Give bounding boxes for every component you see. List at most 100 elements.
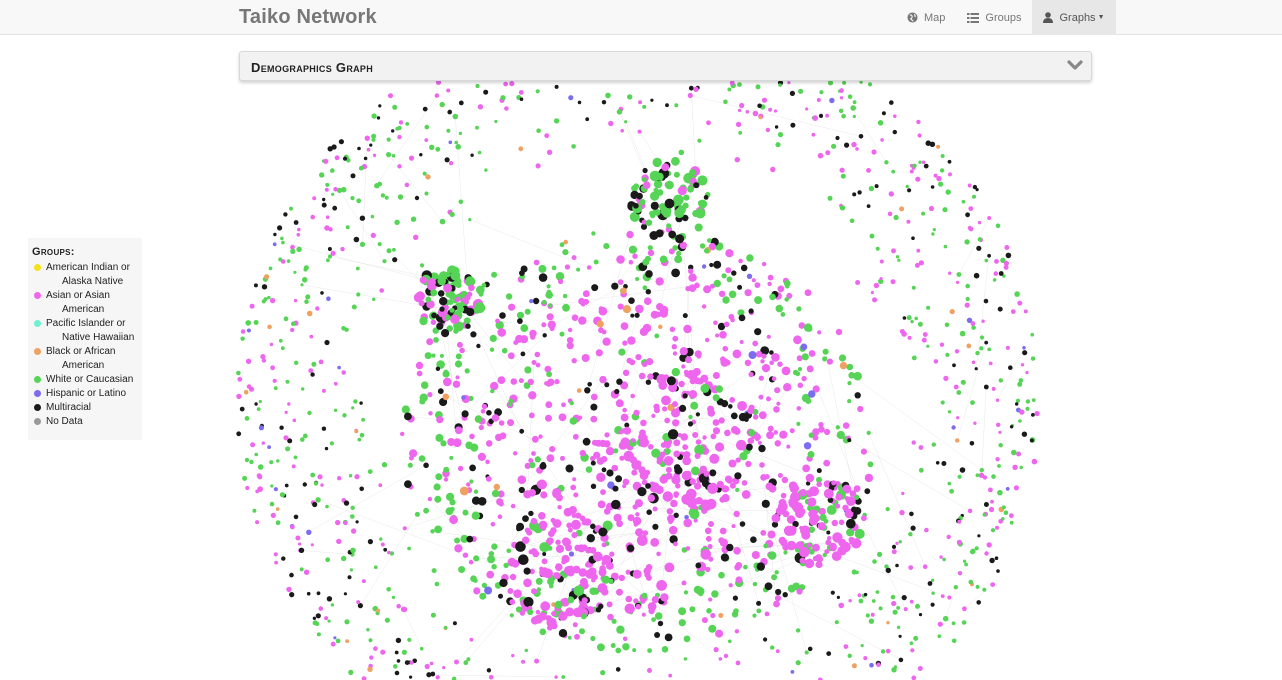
graph-node[interactable] <box>834 620 839 625</box>
graph-node[interactable] <box>620 413 629 422</box>
graph-node[interactable] <box>546 284 551 289</box>
graph-node[interactable] <box>470 153 474 157</box>
graph-node[interactable] <box>622 478 630 486</box>
graph-node[interactable] <box>752 340 759 347</box>
graph-node[interactable] <box>272 378 277 383</box>
graph-node[interactable] <box>683 194 690 201</box>
graph-node[interactable] <box>418 300 425 307</box>
graph-node[interactable] <box>396 603 402 609</box>
graph-node[interactable] <box>891 169 896 174</box>
graph-node[interactable] <box>598 306 608 316</box>
graph-node[interactable] <box>602 337 611 346</box>
graph-node[interactable] <box>915 176 921 182</box>
graph-node[interactable] <box>722 345 729 352</box>
graph-node[interactable] <box>770 166 776 173</box>
graph-node[interactable] <box>321 202 327 208</box>
graph-node[interactable] <box>885 648 891 654</box>
graph-node[interactable] <box>531 451 536 456</box>
graph-node[interactable] <box>879 259 884 264</box>
graph-node[interactable] <box>935 461 940 465</box>
graph-node[interactable] <box>704 527 712 535</box>
graph-node[interactable] <box>325 215 330 219</box>
graph-node[interactable] <box>731 426 739 434</box>
graph-node[interactable] <box>646 358 654 366</box>
graph-node[interactable] <box>433 337 439 343</box>
graph-node[interactable] <box>429 144 435 150</box>
graph-node[interactable] <box>817 152 824 159</box>
graph-node[interactable] <box>641 592 648 599</box>
graph-node[interactable] <box>628 259 634 265</box>
graph-node[interactable] <box>906 219 911 224</box>
graph-node[interactable] <box>891 549 897 555</box>
graph-node[interactable] <box>666 376 676 386</box>
graph-node[interactable] <box>594 439 602 447</box>
graph-node[interactable] <box>926 305 931 310</box>
graph-node[interactable] <box>520 324 529 332</box>
graph-node[interactable] <box>870 612 875 617</box>
graph-node[interactable] <box>911 440 916 445</box>
graph-node[interactable] <box>893 214 899 221</box>
graph-node[interactable] <box>756 600 762 606</box>
graph-node[interactable] <box>700 383 710 393</box>
graph-node[interactable] <box>796 421 801 426</box>
graph-node[interactable] <box>974 367 978 371</box>
graph-node[interactable] <box>246 384 252 389</box>
graph-node[interactable] <box>332 205 338 211</box>
graph-node[interactable] <box>236 431 242 437</box>
graph-node[interactable] <box>257 474 263 480</box>
graph-node[interactable] <box>728 583 733 588</box>
graph-node[interactable] <box>620 287 627 294</box>
graph-node[interactable] <box>671 344 677 350</box>
graph-node[interactable] <box>386 137 391 142</box>
graph-node[interactable] <box>738 258 743 264</box>
graph-node[interactable] <box>286 586 292 593</box>
graph-node[interactable] <box>452 438 462 448</box>
graph-node[interactable] <box>655 311 662 318</box>
graph-node[interactable] <box>613 513 622 522</box>
graph-node[interactable] <box>330 641 336 647</box>
graph-node[interactable] <box>270 512 276 519</box>
graph-node[interactable] <box>344 619 350 625</box>
graph-node[interactable] <box>541 558 548 565</box>
graph-node[interactable] <box>816 481 822 488</box>
graph-node[interactable] <box>441 329 450 338</box>
graph-node[interactable] <box>426 672 432 678</box>
graph-node[interactable] <box>754 296 763 305</box>
graph-node[interactable] <box>976 600 981 605</box>
graph-node[interactable] <box>519 97 524 101</box>
graph-node[interactable] <box>763 543 769 549</box>
graph-node[interactable] <box>866 168 871 173</box>
graph-node[interactable] <box>937 621 943 627</box>
graph-node[interactable] <box>997 489 1003 496</box>
graph-node[interactable] <box>279 425 284 430</box>
graph-node[interactable] <box>538 520 548 530</box>
graph-node[interactable] <box>566 337 574 344</box>
graph-node[interactable] <box>753 433 762 441</box>
graph-node[interactable] <box>436 322 444 330</box>
graph-node[interactable] <box>295 535 301 541</box>
graph-node[interactable] <box>735 487 740 492</box>
graph-node[interactable] <box>310 543 314 547</box>
graph-node[interactable] <box>522 536 530 544</box>
graph-node[interactable] <box>662 491 673 502</box>
graph-node[interactable] <box>915 603 920 609</box>
graph-node[interactable] <box>326 596 333 602</box>
graph-node[interactable] <box>503 562 509 569</box>
graph-node[interactable] <box>721 273 727 279</box>
graph-node[interactable] <box>699 243 706 249</box>
graph-node[interactable] <box>327 619 331 623</box>
graph-node[interactable] <box>312 616 317 620</box>
graph-node[interactable] <box>823 459 831 467</box>
graph-node[interactable] <box>564 264 571 270</box>
graph-node[interactable] <box>401 405 410 414</box>
graph-node[interactable] <box>678 149 685 156</box>
graph-node[interactable] <box>671 268 680 278</box>
graph-node[interactable] <box>983 298 989 304</box>
graph-node[interactable] <box>736 439 747 451</box>
graph-node[interactable] <box>355 520 359 524</box>
graph-node[interactable] <box>719 331 727 339</box>
graph-node[interactable] <box>598 327 604 334</box>
graph-node[interactable] <box>457 465 464 472</box>
graph-node[interactable] <box>683 324 692 334</box>
graph-node[interactable] <box>372 297 376 301</box>
